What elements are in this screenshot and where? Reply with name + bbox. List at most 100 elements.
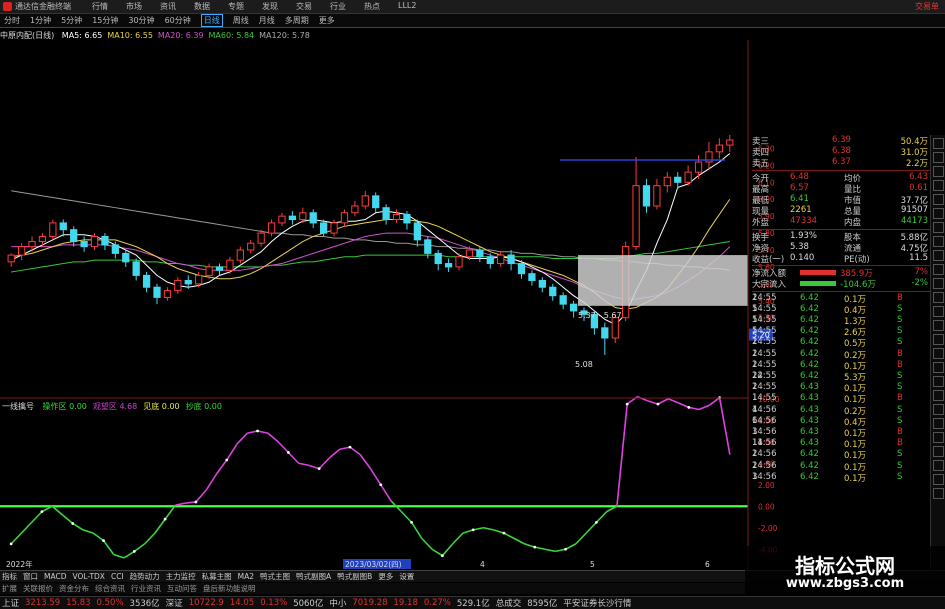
candle-body: [215, 266, 224, 271]
sell-row: 卖三 6.39 50.4万: [752, 135, 930, 147]
side-tool-icon[interactable]: [933, 446, 944, 457]
side-tool-icon[interactable]: [933, 208, 944, 219]
trade-button[interactable]: 交易单: [915, 1, 939, 12]
side-tool-icon[interactable]: [933, 376, 944, 387]
period-button[interactable]: 多周期: [285, 15, 309, 26]
indicator-tab[interactable]: 指标: [2, 571, 17, 582]
period-button[interactable]: 1分钟: [30, 15, 51, 26]
side-tool-icon[interactable]: [933, 460, 944, 471]
period-button[interactable]: 30分钟: [128, 15, 154, 26]
side-tool-icon[interactable]: [933, 348, 944, 359]
side-tool-icon[interactable]: [933, 166, 944, 177]
side-tool-icon[interactable]: [933, 390, 944, 401]
gap-zone-box: [578, 255, 748, 306]
side-tool-icon[interactable]: [933, 264, 944, 275]
side-tool-icon[interactable]: [933, 362, 944, 373]
side-tool-icon[interactable]: [933, 194, 944, 205]
side-tool-icon[interactable]: [933, 250, 944, 261]
extension-tab[interactable]: 资金分布: [59, 583, 89, 594]
zone-point: [502, 531, 506, 535]
extension-tab[interactable]: 扩展: [2, 583, 17, 594]
indicator-tab[interactable]: 窗口: [23, 571, 38, 582]
menu-item[interactable]: 热点: [364, 1, 380, 12]
indicator-tab[interactable]: 鸭式副图A: [296, 571, 331, 582]
extension-tab[interactable]: 盘后新功能说明: [203, 583, 256, 594]
side-tool-icon[interactable]: [933, 404, 944, 415]
side-tool-icon[interactable]: [933, 432, 944, 443]
side-tool-icon[interactable]: [933, 152, 944, 163]
zone-line-segment: [257, 430, 268, 434]
side-tool-icon[interactable]: [933, 278, 944, 289]
side-tool-icon[interactable]: [933, 138, 944, 149]
tick-side: S: [897, 337, 903, 348]
candle: [372, 192, 380, 213]
ma-legend-item: MA5: 6.65: [61, 31, 103, 40]
candle-body: [205, 266, 213, 276]
period-button[interactable]: 60分钟: [165, 15, 191, 26]
menu-item[interactable]: 发现: [262, 1, 278, 12]
side-tool-icon[interactable]: [933, 488, 944, 499]
zone-point: [102, 539, 105, 543]
period-button[interactable]: 月线: [259, 15, 275, 26]
candle-body: [101, 235, 109, 246]
zone-line-segment: [524, 543, 536, 548]
zone-line-segment: [369, 468, 382, 486]
extension-tab[interactable]: 行业资讯: [131, 583, 161, 594]
indicator-tab[interactable]: 主力监控: [166, 571, 196, 582]
candle: [142, 272, 151, 293]
period-button[interactable]: 分时: [4, 15, 20, 26]
side-tool-icon[interactable]: [933, 306, 944, 317]
candle-body: [465, 249, 474, 258]
indicator-tab[interactable]: 私募主图: [202, 571, 232, 582]
tick-count: 1: [752, 393, 758, 404]
indicator-tab[interactable]: 鸭式副图B: [337, 571, 372, 582]
tick-side: B: [897, 427, 903, 437]
sell-volume: 50.4万: [900, 137, 928, 147]
period-button[interactable]: 15分钟: [92, 15, 118, 26]
candle: [549, 283, 557, 301]
menu-item[interactable]: LLL2: [398, 1, 416, 12]
side-tool-icon[interactable]: [933, 334, 944, 345]
tick-row: 14:56 6.43 0.1万 B 11: [752, 438, 930, 450]
side-tool-icon[interactable]: [933, 320, 944, 331]
candle-body: [361, 195, 369, 207]
indicator-tab[interactable]: 趋势动力: [130, 571, 160, 582]
menu-item[interactable]: 专题: [228, 1, 244, 12]
period-button[interactable]: 日线: [200, 14, 223, 27]
title-bar: 通达信金融终端 行情 市场 资讯 数据 专题 发现 交易 行业 热点 LLL2 交易单: [0, 0, 945, 14]
menu-item[interactable]: 交易: [296, 1, 312, 12]
candle-body: [601, 327, 609, 339]
indicator-tab[interactable]: MACD: [44, 572, 66, 581]
stat-row: 最低 6.41 市值 37.7亿: [752, 194, 930, 206]
indicator-tab[interactable]: 更多: [378, 571, 393, 582]
period-button[interactable]: 更多: [319, 15, 335, 26]
indicator-tab[interactable]: 设置: [399, 571, 414, 582]
side-tool-icon[interactable]: [933, 236, 944, 247]
candle-body: [715, 144, 724, 153]
menu-item[interactable]: 行业: [330, 1, 346, 12]
stat-row: 最高 6.57 量比 0.61: [752, 183, 930, 195]
side-tool-icon[interactable]: [933, 292, 944, 303]
extension-tab[interactable]: 综合资讯: [95, 583, 125, 594]
side-tool-icon[interactable]: [933, 222, 944, 233]
indicator-tab[interactable]: VOL-TDX: [72, 572, 104, 581]
indicator-tab[interactable]: CCI: [111, 572, 124, 581]
zone-point: [687, 405, 691, 409]
side-tool-icon[interactable]: [933, 180, 944, 191]
menu-item[interactable]: 市场: [126, 1, 142, 12]
menu-item[interactable]: 资讯: [160, 1, 176, 12]
period-button[interactable]: 周线: [233, 15, 249, 26]
extension-tab[interactable]: 互动问答: [167, 583, 197, 594]
candle: [122, 250, 130, 267]
indicator-tab[interactable]: MA2: [238, 572, 254, 581]
menu-item[interactable]: 行情: [92, 1, 108, 12]
side-tool-icon[interactable]: [933, 474, 944, 485]
indicator-tab[interactable]: 鸭式主图: [260, 571, 290, 582]
extension-tab[interactable]: 关联报价: [23, 583, 53, 594]
zone-point: [410, 520, 413, 524]
period-button[interactable]: 5分钟: [61, 15, 82, 26]
candle: [132, 258, 140, 281]
side-tool-icon[interactable]: [933, 418, 944, 429]
menu-item[interactable]: 数据: [194, 1, 210, 12]
candle: [444, 258, 453, 272]
